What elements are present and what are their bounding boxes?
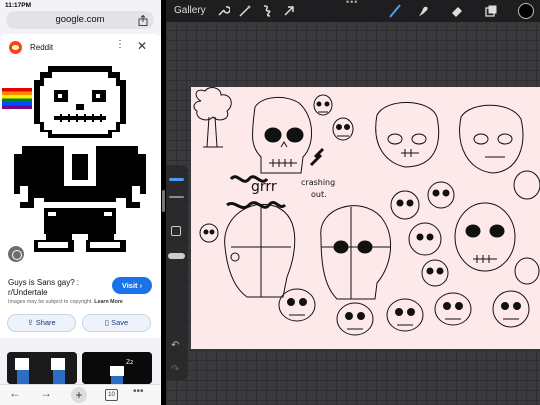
google-lens-icon[interactable] — [8, 246, 24, 262]
more-options-icon[interactable]: ⋮ — [115, 40, 125, 50]
browser-bottom-bar: ← → + 10 ••• — [0, 384, 161, 405]
related-overlay-text: Zz — [126, 359, 133, 366]
bookmark-icon: ▯ — [104, 318, 109, 327]
undo-icon[interactable]: ↶ — [171, 340, 179, 351]
status-time: 11:17PM — [5, 2, 32, 9]
layers-icon[interactable] — [484, 4, 498, 18]
reddit-logo — [9, 41, 22, 54]
canvas-note-1: grrr — [251, 179, 277, 195]
smudge-icon[interactable] — [416, 4, 430, 18]
tree-sketch — [193, 87, 232, 148]
source-name[interactable]: Reddit — [30, 43, 53, 52]
skull-sketch-large-2 — [375, 102, 440, 168]
split-view-handle[interactable] — [162, 190, 165, 212]
address-bar[interactable]: google.com — [6, 11, 154, 29]
share-icon[interactable] — [138, 15, 148, 26]
share-button[interactable]: ⇪ Share — [7, 314, 76, 332]
skull-sketch-tiny-left — [199, 223, 219, 243]
learn-more-link[interactable]: Learn More — [94, 299, 123, 305]
skull-sketch-mid-1 — [390, 190, 420, 220]
opacity-slider[interactable] — [168, 253, 185, 259]
sans-pixel-art-image[interactable]: ? — [0, 58, 161, 268]
copyright-text: Images may be subject to copyright. — [8, 299, 93, 305]
skull-sketch-bottom-5 — [492, 290, 530, 328]
skull-sketch-small-2 — [332, 117, 354, 141]
skull-sketch-bottom-3 — [386, 298, 424, 332]
more-menu-icon[interactable]: ••• — [133, 386, 144, 397]
modify-button-icon[interactable] — [171, 226, 181, 236]
brush-size-track[interactable] — [169, 196, 184, 198]
new-tab-icon[interactable]: + — [71, 387, 87, 403]
tabs-count-button[interactable]: 10 — [105, 389, 118, 401]
skull-sketch-profile — [224, 203, 296, 298]
skull-sketch-large-1 — [252, 97, 313, 174]
procreate-panel: Gallery ••• ↶ ↷ grrr crashing out. — [166, 0, 540, 405]
skull-sketch-mid-6 — [421, 259, 449, 287]
magic-wand-icon[interactable] — [238, 4, 252, 18]
skull-sketch-mid-3 — [454, 202, 516, 272]
share-icon: ⇪ — [27, 318, 34, 327]
skull-sketch-mid-2 — [427, 181, 455, 209]
brush-size-slider[interactable] — [169, 178, 184, 181]
selection-icon[interactable] — [260, 4, 274, 18]
skull-sketch-small-1 — [313, 94, 333, 116]
drawing-canvas[interactable]: grrr crashing out. — [191, 87, 540, 349]
related-image-1[interactable] — [7, 352, 77, 384]
related-image-2[interactable]: Zz — [82, 352, 152, 384]
transform-arrow-icon[interactable] — [282, 4, 296, 18]
share-button-label: Share — [35, 318, 56, 327]
save-button[interactable]: ▯ Save — [82, 314, 151, 332]
visit-button[interactable]: Visit › — [112, 277, 152, 294]
color-picker-button[interactable] — [518, 3, 534, 19]
procreate-toolbar: Gallery ••• — [166, 0, 540, 22]
wrench-icon[interactable] — [216, 4, 230, 18]
redo-icon[interactable]: ↷ — [171, 364, 179, 375]
canvas-note-2: crashing — [301, 178, 335, 187]
skull-sketch-bottom-2 — [336, 302, 374, 336]
back-arrow-icon[interactable]: ← — [9, 386, 21, 400]
skull-sketch-large-3 — [459, 104, 524, 174]
skull-sketch-bottom-4 — [434, 292, 472, 326]
brush-icon[interactable] — [388, 4, 402, 18]
skull-sketch-mid-5 — [513, 170, 540, 285]
canvas-note-3: out. — [311, 190, 327, 199]
copyright-notice: Images may be subject to copyright. Lear… — [8, 299, 123, 305]
result-title[interactable]: Guys is Sans gay? : r/Undertale — [8, 278, 108, 298]
close-icon[interactable]: ✕ — [137, 40, 147, 52]
gallery-button[interactable]: Gallery — [174, 5, 206, 16]
skull-sketch-mid-4 — [408, 222, 442, 256]
eraser-icon[interactable] — [450, 4, 464, 18]
menu-dots[interactable]: ••• — [346, 0, 358, 7]
url-text: google.com — [55, 14, 105, 25]
forward-arrow-icon[interactable]: → — [40, 386, 52, 400]
browser-panel: 11:17PM google.com Reddit ⋮ ✕ ? — [0, 0, 161, 405]
skull-sketch-front-grid — [320, 205, 392, 300]
save-button-label: Save — [111, 318, 129, 327]
sketch-layer: grrr crashing out. — [193, 87, 540, 336]
skull-sketch-bottom-1 — [278, 288, 316, 322]
